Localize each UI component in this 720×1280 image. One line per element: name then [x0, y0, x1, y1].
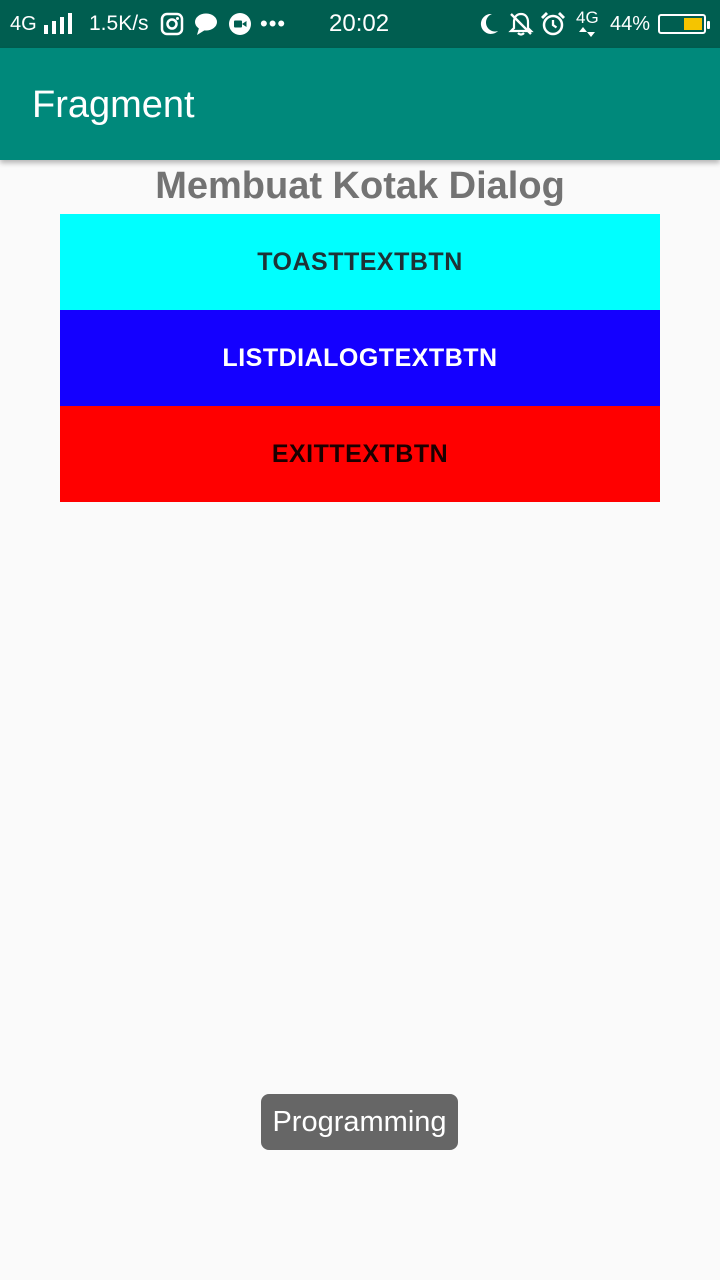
more-notifications: ••• [260, 11, 287, 36]
signal-bars-icon [44, 0, 74, 48]
toast-text: Programming [272, 1105, 447, 1138]
app-title: Fragment [32, 84, 195, 126]
instagram-icon [160, 0, 184, 48]
battery-icon [658, 0, 710, 48]
network-type-secondary-label: 4G [576, 8, 599, 27]
network-type-secondary: 4G [576, 0, 599, 48]
mute-bell-icon [508, 0, 534, 48]
page-heading: Membuat Kotak Dialog [155, 165, 565, 207]
video-call-icon [228, 0, 252, 48]
battery-percent: 44% [610, 12, 651, 35]
network-type: 4G [10, 12, 37, 35]
moon-icon [478, 0, 500, 48]
app-bar: Fragment [0, 48, 720, 160]
status-bar: 4G 1.5K/s ••• 20:02 4G 44% [0, 0, 720, 48]
network-speed: 1.5K/s [89, 12, 149, 35]
data-activity-icon [579, 27, 596, 37]
alarm-clock-icon [540, 0, 566, 48]
exit-text-button[interactable]: EXITTEXTBTN [60, 406, 660, 502]
battery-fill [684, 18, 702, 30]
toast-text-button[interactable]: TOASTTEXTBTN [60, 214, 660, 310]
list-dialog-text-button[interactable]: LISTDIALOGTEXTBTN [60, 310, 660, 406]
clock-time: 20:02 [329, 10, 390, 37]
toast-message: Programming [261, 1094, 458, 1150]
chat-bubble-icon [194, 0, 218, 48]
